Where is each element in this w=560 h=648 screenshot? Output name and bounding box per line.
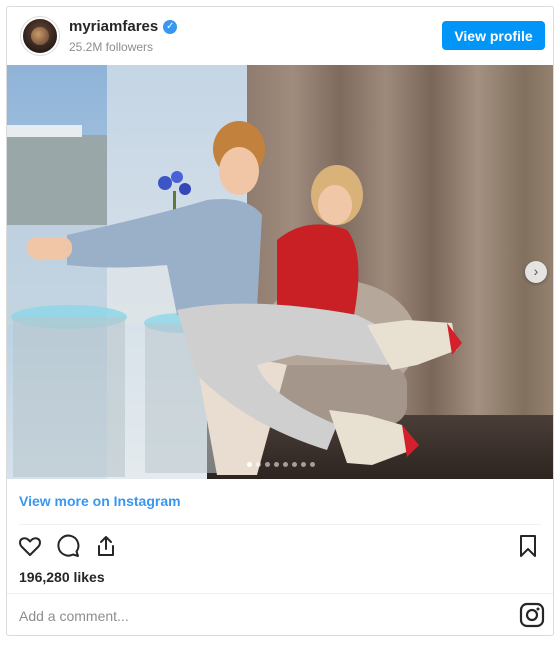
instagram-embed-card: myriamfares ✓ 25.2M followers View profi… — [6, 6, 554, 636]
comment-icon[interactable] — [55, 533, 81, 559]
carousel-indicator — [7, 462, 553, 467]
bookmark-icon[interactable] — [515, 533, 541, 559]
carousel-dot — [265, 462, 270, 467]
followers-count: 25.2M followers — [69, 40, 154, 54]
carousel-dot — [283, 462, 288, 467]
instagram-icon[interactable] — [519, 602, 545, 628]
next-photo-button[interactable]: › — [525, 261, 547, 283]
avatar[interactable] — [21, 17, 59, 55]
carousel-dot — [310, 462, 315, 467]
heart-icon[interactable] — [17, 533, 43, 559]
post-header: myriamfares ✓ 25.2M followers View profi… — [7, 7, 553, 65]
username-row: myriamfares ✓ — [69, 18, 178, 35]
carousel-dot — [292, 462, 297, 467]
verified-badge-icon: ✓ — [163, 19, 178, 34]
carousel-dot — [301, 462, 306, 467]
share-icon[interactable] — [93, 533, 119, 559]
view-more-link[interactable]: View more on Instagram — [19, 493, 181, 509]
post-photo[interactable]: › — [7, 65, 553, 479]
divider — [19, 524, 541, 525]
divider — [7, 593, 553, 594]
carousel-dot — [274, 462, 279, 467]
likes-count[interactable]: 196,280 likes — [19, 569, 105, 585]
carousel-dot — [247, 462, 252, 467]
comment-input[interactable] — [19, 605, 499, 627]
view-profile-button[interactable]: View profile — [442, 21, 545, 50]
photo-illustration — [7, 65, 553, 479]
action-bar — [17, 533, 119, 559]
carousel-dot — [256, 462, 261, 467]
username[interactable]: myriamfares — [69, 18, 158, 35]
